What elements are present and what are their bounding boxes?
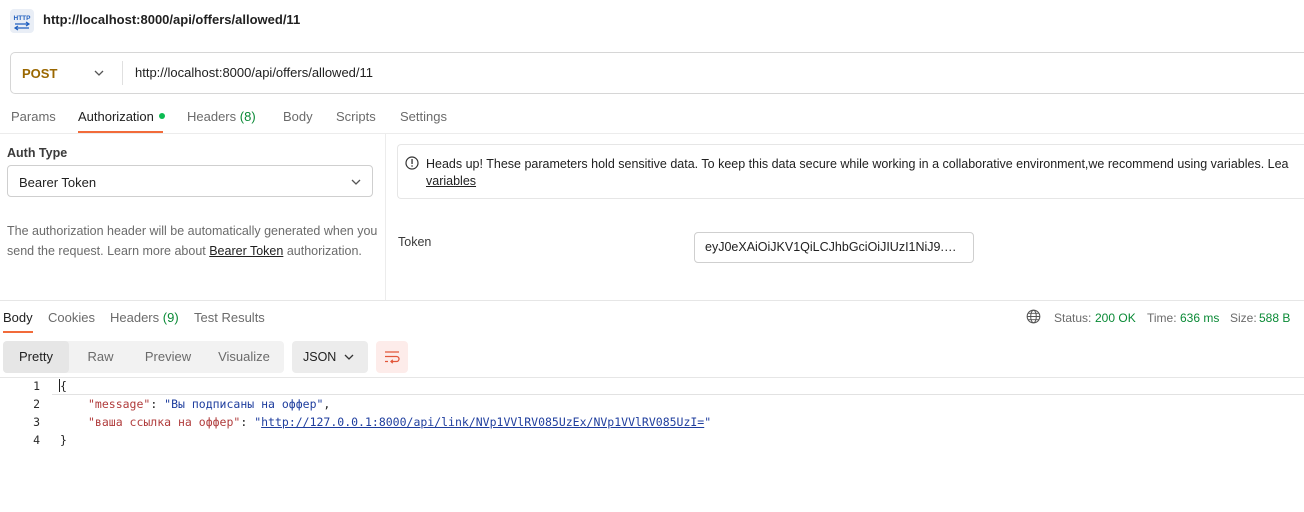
method-label: POST — [22, 66, 58, 81]
url-bar: POST http://localhost:8000/api/offers/al… — [10, 52, 1304, 94]
token-input[interactable]: eyJ0eXAiOiJKV1QiLCJhbGciOiJIUzI1NiJ9.eyJ… — [694, 232, 974, 263]
tab-authorization[interactable]: Authorization — [78, 109, 165, 124]
status-value[interactable]: 200 OK — [1095, 311, 1136, 325]
response-tab-body[interactable]: Body — [3, 310, 33, 325]
tab-settings[interactable]: Settings — [400, 109, 447, 124]
json-quote: " — [704, 415, 712, 429]
wrap-lines-button[interactable] — [376, 341, 408, 373]
response-tab-headers-label: Headers — [110, 310, 160, 325]
method-select[interactable]: POST — [11, 53, 122, 93]
auth-panel-divider — [385, 134, 386, 300]
response-tab-test-results[interactable]: Test Results — [194, 310, 265, 325]
time-label: Time: — [1147, 311, 1177, 325]
active-tab-indicator — [3, 331, 33, 333]
tab-body[interactable]: Body — [283, 109, 313, 124]
line-number: 4 — [33, 433, 40, 447]
json-key: "message" — [88, 397, 151, 411]
tab-headers[interactable]: Headers (8) — [187, 109, 256, 124]
format-tab-pretty[interactable]: Pretty — [3, 341, 69, 373]
variables-link[interactable]: variables — [426, 174, 476, 188]
code-line: "ваша ссылка на оффер": "http://127.0.0.… — [88, 415, 711, 429]
tab-scripts[interactable]: Scripts — [336, 109, 376, 124]
code-line: } — [60, 433, 67, 447]
format-tab-visualize[interactable]: Visualize — [204, 341, 284, 373]
response-tab-cookies[interactable]: Cookies — [48, 310, 95, 325]
format-tabs: Pretty Raw Preview Visualize — [3, 341, 284, 373]
open-brace: { — [60, 379, 67, 393]
json-colon: : — [150, 397, 165, 411]
auth-description-suffix: authorization. — [283, 244, 362, 258]
format-tab-preview[interactable]: Preview — [132, 341, 204, 373]
json-colon: : — [240, 415, 255, 429]
size-label: Size: — [1230, 311, 1257, 325]
url-divider — [122, 61, 123, 85]
size-value[interactable]: 588 B — [1259, 311, 1290, 325]
auth-type-value: Bearer Token — [19, 175, 97, 190]
url-input[interactable]: http://localhost:8000/api/offers/allowed… — [135, 65, 373, 80]
chevron-down-icon — [343, 351, 355, 366]
json-key: "ваша ссылка на оффер" — [88, 415, 241, 429]
json-string: "Вы подписаны на оффер" — [164, 397, 324, 411]
auth-description: The authorization header will be automat… — [7, 221, 379, 261]
request-title[interactable]: http://localhost:8000/api/offers/allowed… — [43, 12, 300, 27]
bearer-token-link[interactable]: Bearer Token — [209, 244, 283, 258]
info-icon — [405, 156, 419, 173]
svg-text:HTTP: HTTP — [14, 15, 32, 22]
response-tab-headers[interactable]: Headers (9) — [110, 310, 179, 325]
tab-authorization-label: Authorization — [78, 109, 154, 124]
auth-type-select[interactable]: Bearer Token — [7, 165, 373, 197]
tab-params[interactable]: Params — [11, 109, 56, 124]
json-comma: , — [323, 397, 331, 411]
request-title-bar: HTTP http://localhost:8000/api/offers/al… — [0, 0, 1304, 42]
response-tab-headers-count: (9) — [162, 310, 179, 325]
status-dot-icon — [158, 113, 165, 119]
token-label: Token — [398, 235, 432, 249]
tab-headers-count: (8) — [239, 109, 256, 124]
line-number: 2 — [33, 397, 40, 411]
code-line: { — [59, 379, 67, 393]
code-line: "message": "Вы подписаны на оффер", — [88, 397, 330, 411]
current-line-highlight — [52, 378, 1304, 395]
line-number: 1 — [33, 379, 40, 393]
chevron-down-icon — [93, 67, 105, 82]
http-icon: HTTP — [10, 9, 34, 33]
time-value[interactable]: 636 ms — [1180, 311, 1219, 325]
language-select[interactable]: JSON — [292, 341, 368, 373]
language-label: JSON — [303, 350, 337, 364]
response-separator — [0, 300, 1304, 301]
close-brace: } — [60, 433, 67, 447]
chevron-down-icon — [350, 176, 362, 191]
globe-icon[interactable] — [1026, 309, 1041, 327]
response-body-editor[interactable]: 1 2 3 4 { "message": "Вы подписаны на оф… — [0, 378, 1304, 512]
format-tab-raw[interactable]: Raw — [69, 341, 132, 373]
tab-headers-label: Headers — [187, 109, 237, 124]
tabs-divider — [0, 133, 1304, 134]
wrap-lines-icon — [385, 351, 400, 364]
heads-up-text: Heads up! These parameters hold sensitiv… — [426, 157, 1289, 171]
response-link[interactable]: http://127.0.0.1:8000/api/link/NVp1VVlRV… — [261, 415, 704, 429]
status-label: Status: — [1054, 311, 1092, 325]
line-number: 3 — [33, 415, 40, 429]
auth-type-label: Auth Type — [7, 146, 68, 160]
heads-up-notice: Heads up! These parameters hold sensitiv… — [397, 144, 1304, 199]
